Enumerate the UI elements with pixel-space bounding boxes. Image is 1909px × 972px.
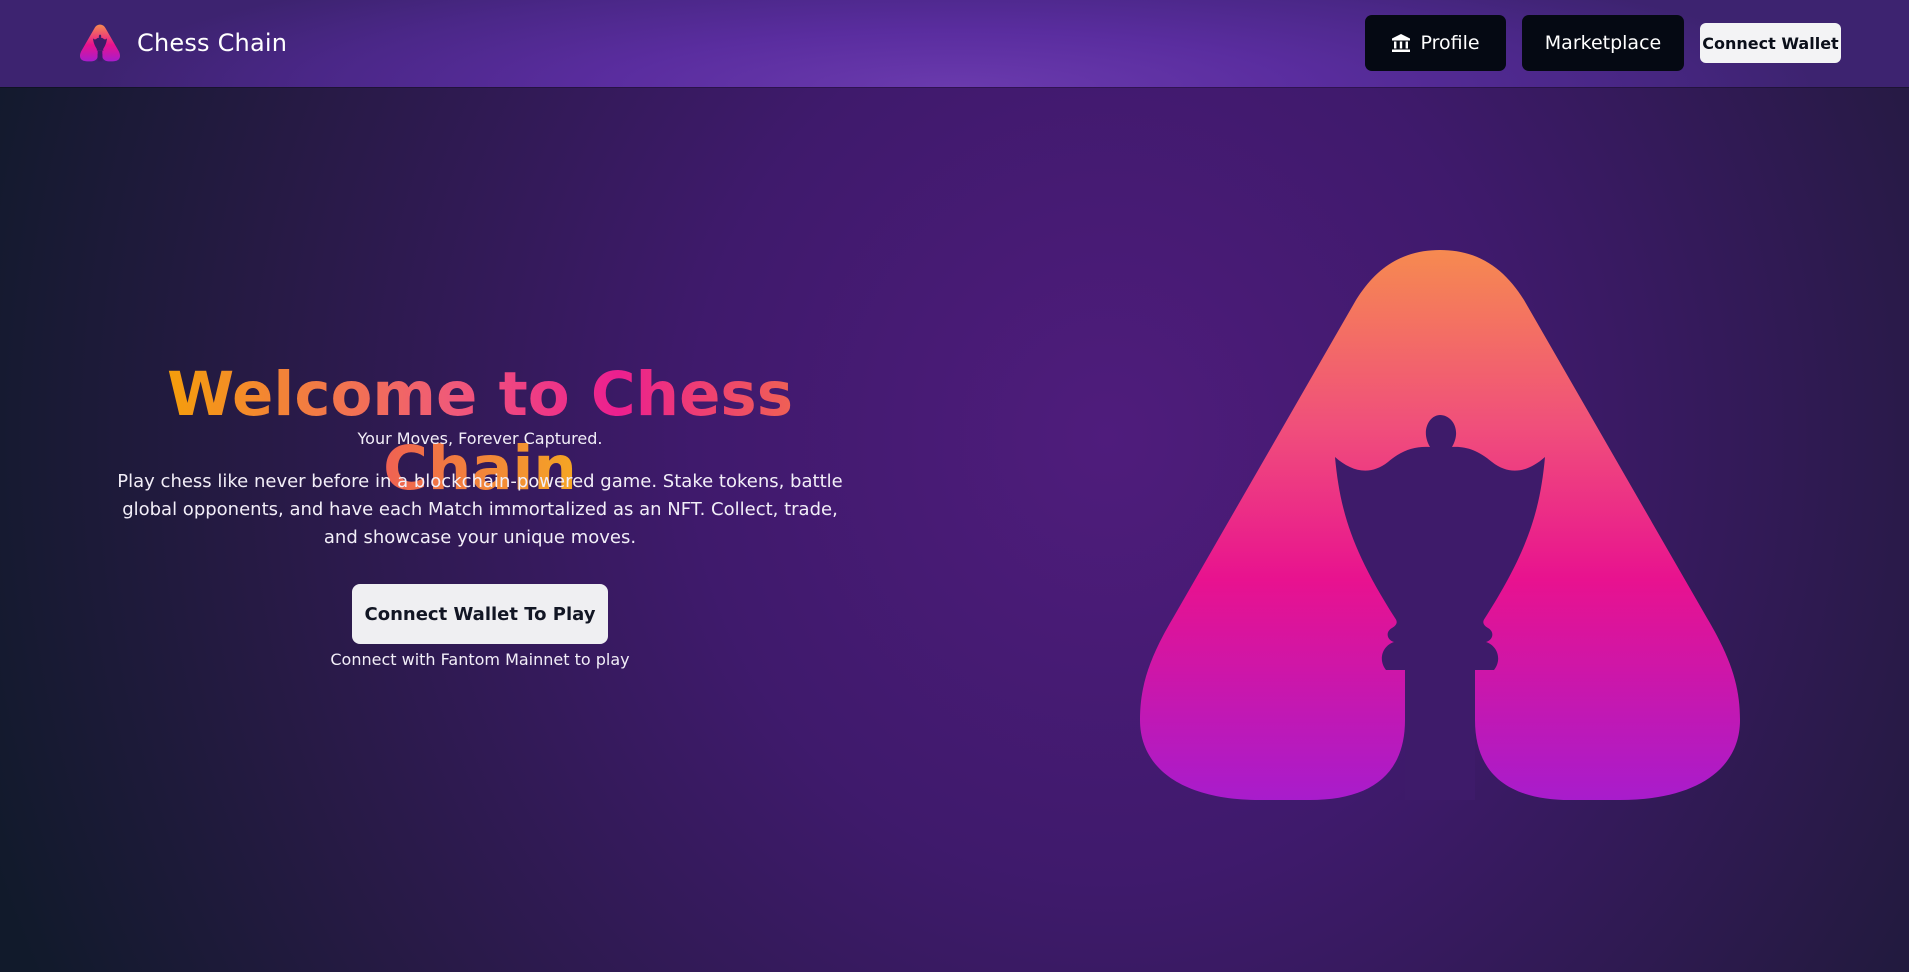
connect-wallet-button[interactable]: Connect Wallet xyxy=(1700,23,1841,63)
top-navbar: Chess Chain Profile Marketplace Connect … xyxy=(0,0,1909,87)
chess-chain-hero-logo-icon xyxy=(1140,250,1740,800)
profile-button-label: Profile xyxy=(1420,32,1480,54)
marketplace-button-label: Marketplace xyxy=(1544,32,1662,54)
cta-button-label: Connect Wallet To Play xyxy=(364,603,596,625)
brand-name: Chess Chain xyxy=(137,29,288,57)
hero-description: Play chess like never before in a blockc… xyxy=(117,471,843,548)
hero-tagline: Your Moves, Forever Captured. xyxy=(357,429,603,448)
brand[interactable]: Chess Chain xyxy=(80,22,287,64)
network-note: Connect with Fantom Mainnet to play xyxy=(330,650,630,669)
marketplace-button[interactable]: Marketplace xyxy=(1522,15,1684,71)
chess-chain-logo-icon xyxy=(80,24,120,62)
connect-wallet-to-play-button[interactable]: Connect Wallet To Play xyxy=(352,584,608,644)
bank-icon xyxy=(1392,34,1411,52)
connect-wallet-button-label: Connect Wallet xyxy=(1702,33,1839,53)
profile-button[interactable]: Profile xyxy=(1365,15,1506,71)
